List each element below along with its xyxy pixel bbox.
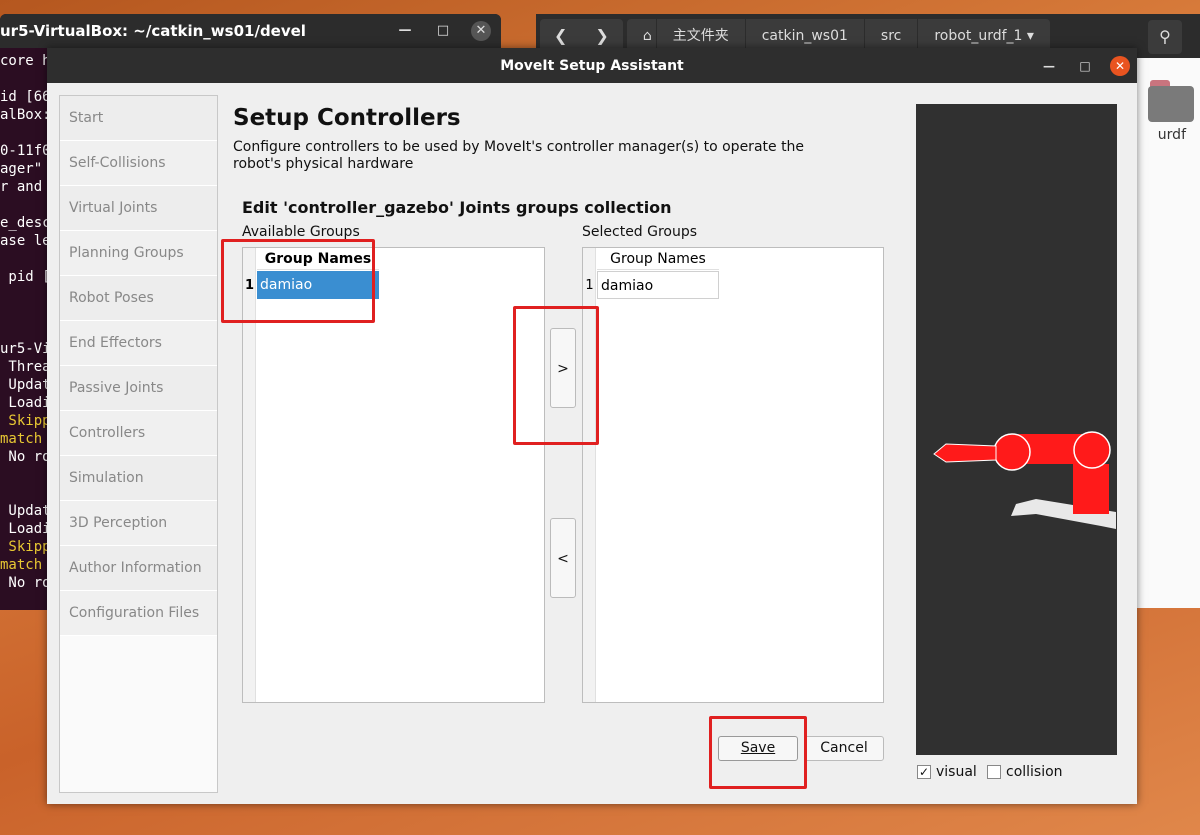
page-title: Setup Controllers	[233, 105, 461, 131]
robot-elbow-joint	[1073, 431, 1111, 469]
moveit-setup-dialog: MoveIt Setup Assistant — □ ✕ Start Self-…	[47, 48, 1137, 804]
nav-item-passive-joints[interactable]: Passive Joints	[60, 366, 217, 411]
nav-item-self-collisions[interactable]: Self-Collisions	[60, 141, 217, 186]
column-header-group-names[interactable]: Group Names	[597, 248, 719, 270]
highlight-available-row	[221, 239, 375, 323]
folder-label[interactable]: urdf	[1158, 127, 1186, 143]
nav-item-virtual-joints[interactable]: Virtual Joints	[60, 186, 217, 231]
robot-wrist-joint	[993, 433, 1031, 471]
nav-item-start[interactable]: Start	[60, 96, 217, 141]
folder-icon[interactable]	[1148, 80, 1194, 122]
search-icon[interactable]: ⚲	[1148, 20, 1182, 54]
close-icon[interactable]: ✕	[1110, 56, 1130, 76]
terminal-title: ur5-VirtualBox: ~/catkin_ws01/devel	[0, 22, 306, 40]
nav-item-3d-perception[interactable]: 3D Perception	[60, 501, 217, 546]
visual-check-icon: ✓	[917, 765, 931, 779]
nav-item-configuration-files[interactable]: Configuration Files	[60, 591, 217, 636]
controllers-panel: Setup Controllers Configure controllers …	[233, 105, 893, 217]
collision-check-icon	[987, 765, 1001, 779]
breadcrumb-current-label: robot_urdf_1	[934, 28, 1023, 44]
page-description: Configure controllers to be used by Move…	[233, 139, 805, 172]
collision-checkbox[interactable]: collision	[987, 764, 1063, 780]
visual-checkbox[interactable]: ✓ visual	[917, 764, 977, 780]
nav-item-simulation[interactable]: Simulation	[60, 456, 217, 501]
available-groups-label: Available Groups	[242, 224, 360, 240]
collision-label: collision	[1006, 764, 1063, 780]
robot-gripper	[933, 443, 997, 463]
robot-viewer[interactable]	[916, 104, 1117, 755]
terminal-titlebar: ur5-VirtualBox: ~/catkin_ws01/devel — □ …	[0, 14, 501, 48]
nav-item-planning-groups[interactable]: Planning Groups	[60, 231, 217, 276]
dialog-titlebar: MoveIt Setup Assistant — □ ✕	[47, 48, 1137, 83]
robot-model	[933, 431, 1116, 529]
nav-item-controllers[interactable]: Controllers	[60, 411, 217, 456]
selected-groups-table[interactable]: Group Names 1 damiao	[582, 247, 884, 703]
highlight-add-button	[513, 306, 599, 445]
close-icon[interactable]: ✕	[471, 21, 491, 41]
robot-upper-arm	[1073, 464, 1109, 514]
remove-group-button[interactable]: <	[550, 518, 576, 598]
minimize-icon[interactable]: —	[1039, 56, 1059, 76]
setup-nav: Start Self-Collisions Virtual Joints Pla…	[59, 95, 218, 793]
maximize-icon[interactable]: □	[1075, 56, 1095, 76]
dialog-title: MoveIt Setup Assistant	[500, 57, 684, 74]
table-row[interactable]: damiao	[597, 271, 719, 299]
highlight-save-button	[709, 716, 807, 789]
row-number: 1	[585, 278, 594, 293]
visual-label: visual	[936, 764, 977, 780]
nav-item-robot-poses[interactable]: Robot Poses	[60, 276, 217, 321]
minimize-icon[interactable]: —	[395, 21, 415, 41]
nav-item-author-information[interactable]: Author Information	[60, 546, 217, 591]
maximize-icon[interactable]: □	[433, 21, 453, 41]
section-title: Edit 'controller_gazebo' Joints groups c…	[242, 198, 672, 217]
nav-item-end-effectors[interactable]: End Effectors	[60, 321, 217, 366]
cancel-button[interactable]: Cancel	[804, 736, 884, 761]
selected-groups-label: Selected Groups	[582, 224, 698, 240]
